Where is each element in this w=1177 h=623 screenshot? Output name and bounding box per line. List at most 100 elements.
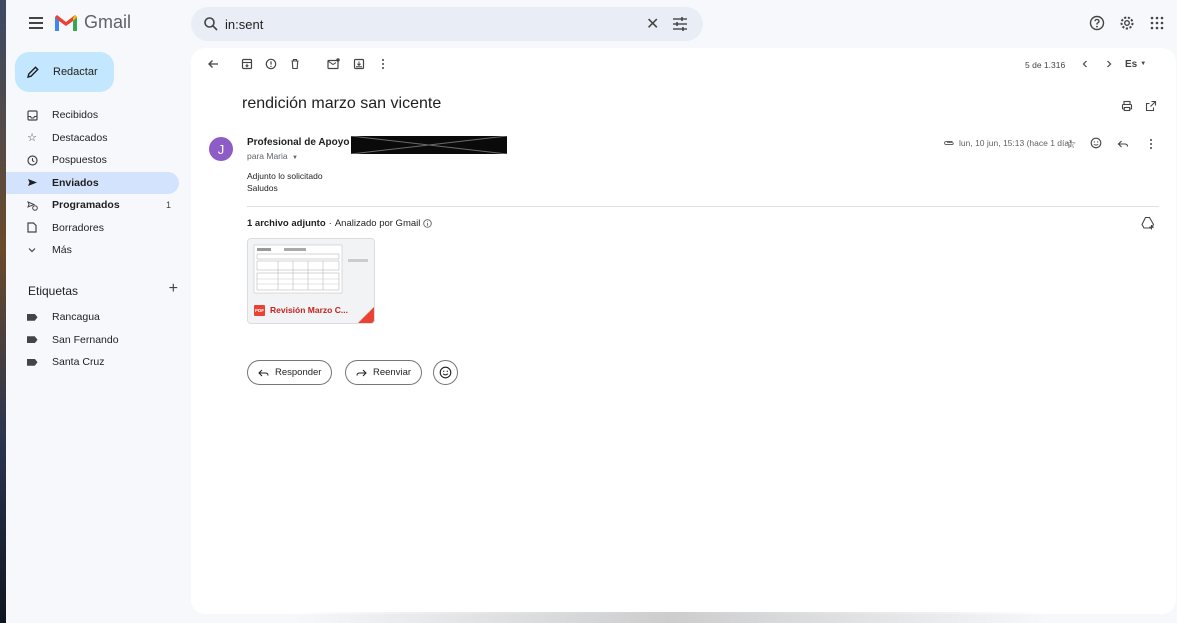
labels-title: Etiquetas [28,284,79,298]
recipient-text: para Maria [247,151,288,161]
compose-button[interactable]: Redactar [15,52,114,92]
reply-icon [258,369,269,376]
message-subject: rendición marzo san vicente [242,95,442,112]
redacted-email-block [350,135,508,155]
apps-grid-icon[interactable] [1146,12,1168,34]
mark-unread-icon[interactable] [325,56,341,72]
header: Gmail ✕ [6,0,1177,48]
send-icon [26,177,38,189]
sidebar-item-more[interactable]: Más [6,239,179,262]
next-message-chevron-icon[interactable] [1101,56,1117,72]
message-view: 5 de 1.316 Es ▼ rendición marzo san vice… [191,48,1176,614]
sidebar-item-label: Recibidos [52,109,99,122]
search-options-icon[interactable] [671,15,689,33]
body-line: Saludos [247,183,278,193]
main-menu-icon[interactable] [26,14,46,34]
sidebar-item-label: Destacados [52,131,108,144]
label-tag-icon [26,311,38,323]
label-name: Santa Cruz [52,356,105,369]
print-icon[interactable] [1119,98,1135,114]
label-tag-icon [26,334,38,346]
reply-label: Responder [275,367,322,378]
add-label-icon[interactable]: + [169,280,178,298]
attachment-thumbnail [248,239,374,297]
search-bar[interactable]: ✕ [191,7,703,41]
pagination-count: 5 de 1.316 [1025,60,1066,70]
attachments-header: 1 archivo adjunto · Analizado por Gmail [247,218,433,229]
scan-status: Analizado por Gmail [334,218,421,229]
emoji-react-button[interactable] [433,360,458,385]
settings-gear-icon[interactable] [1116,12,1138,34]
sidebar-item-label: Programados [52,199,120,212]
label-name: Rancagua [52,311,100,324]
scheduled-count: 1 [165,200,171,211]
star-message-icon[interactable]: ☆ [1063,136,1079,152]
compose-label: Redactar [53,66,98,78]
open-new-window-icon[interactable] [1143,98,1159,114]
sidebar-item-drafts[interactable]: Borradores [6,217,179,240]
input-language-selector[interactable]: Es ▼ [1125,56,1155,72]
window-bottom-shadow [291,612,1051,623]
message-more-vert-icon[interactable] [1143,136,1159,152]
reply-button[interactable]: Responder [247,360,333,385]
pencil-icon [27,66,39,78]
sidebar-item-label: Enviados [52,176,99,189]
info-icon[interactable] [423,219,433,228]
sidebar-item-sent[interactable]: Enviados [6,171,179,194]
attachment-card[interactable]: PDF Revisión Marzo C... [247,238,375,324]
label-item-san-fernando[interactable]: San Fernando [6,329,179,352]
message-date: lun, 10 jun, 15:13 (hace 1 día) [959,138,1072,148]
pdf-corner-fold [358,307,374,323]
separator-dot: · [328,218,332,229]
labels-header: Etiquetas + [28,280,178,298]
label-tag-icon [26,356,38,368]
help-icon[interactable] [1086,12,1108,34]
clear-search-icon[interactable]: ✕ [646,14,659,34]
emoji-reaction-icon[interactable] [1088,135,1104,151]
back-arrow-icon[interactable] [205,56,221,72]
sidebar-item-snoozed[interactable]: Pospuestos [6,149,179,172]
sidebar-item-scheduled[interactable]: Programados 1 [6,194,179,217]
search-icon[interactable] [203,16,219,32]
sidebar-item-label: Más [52,244,72,257]
move-to-icon[interactable] [351,56,367,72]
pdf-file-icon: PDF [254,304,265,316]
forward-button[interactable]: Reenviar [345,360,423,385]
label-item-santa-cruz[interactable]: Santa Cruz [6,351,179,374]
sidebar-item-inbox[interactable]: Recibidos [6,104,179,127]
report-spam-icon[interactable] [263,56,279,72]
body-line: Adjunto lo solicitado [247,171,323,181]
reply-arrow-icon[interactable] [1115,136,1131,152]
label-item-rancagua[interactable]: Rancagua [6,306,179,329]
recipient-line[interactable]: para Maria ▼ [247,151,298,161]
attachment-clip-icon [944,141,954,145]
prev-message-chevron-icon[interactable] [1077,56,1093,72]
more-vert-icon[interactable] [375,56,391,72]
sender-name[interactable]: Profesional de Apoyo [247,137,349,148]
sidebar-item-starred[interactable]: ☆ Destacados [6,127,179,150]
delete-trash-icon[interactable] [287,56,303,72]
attachment-footer: PDF Revisión Marzo C... [248,297,374,323]
draft-icon [26,222,38,234]
scheduled-icon [26,199,38,211]
message-body: Adjunto lo solicitado Saludos [247,170,323,194]
clock-icon [26,154,38,166]
labels-list: Rancagua San Fernando Santa Cruz [6,306,186,374]
smiley-icon [439,366,452,379]
archive-icon[interactable] [239,56,255,72]
body-divider [247,206,1159,207]
forward-icon [356,369,367,376]
forward-label: Reenviar [373,367,412,378]
add-to-drive-icon[interactable] [1141,216,1155,230]
sender-avatar[interactable]: J [209,137,233,161]
gmail-logo[interactable]: Gmail [54,12,131,33]
sidebar-item-label: Borradores [52,221,104,234]
gmail-window: Gmail ✕ [6,0,1177,623]
attachment-filename: Revisión Marzo C... [270,305,348,315]
attachment-count: 1 archivo adjunto [247,218,326,229]
chevron-down-icon [26,244,38,256]
star-icon: ☆ [27,132,37,145]
search-input[interactable] [225,14,605,34]
sidebar-item-label: Pospuestos [52,154,107,167]
message-toolbar: 5 de 1.316 Es ▼ [191,48,1176,78]
